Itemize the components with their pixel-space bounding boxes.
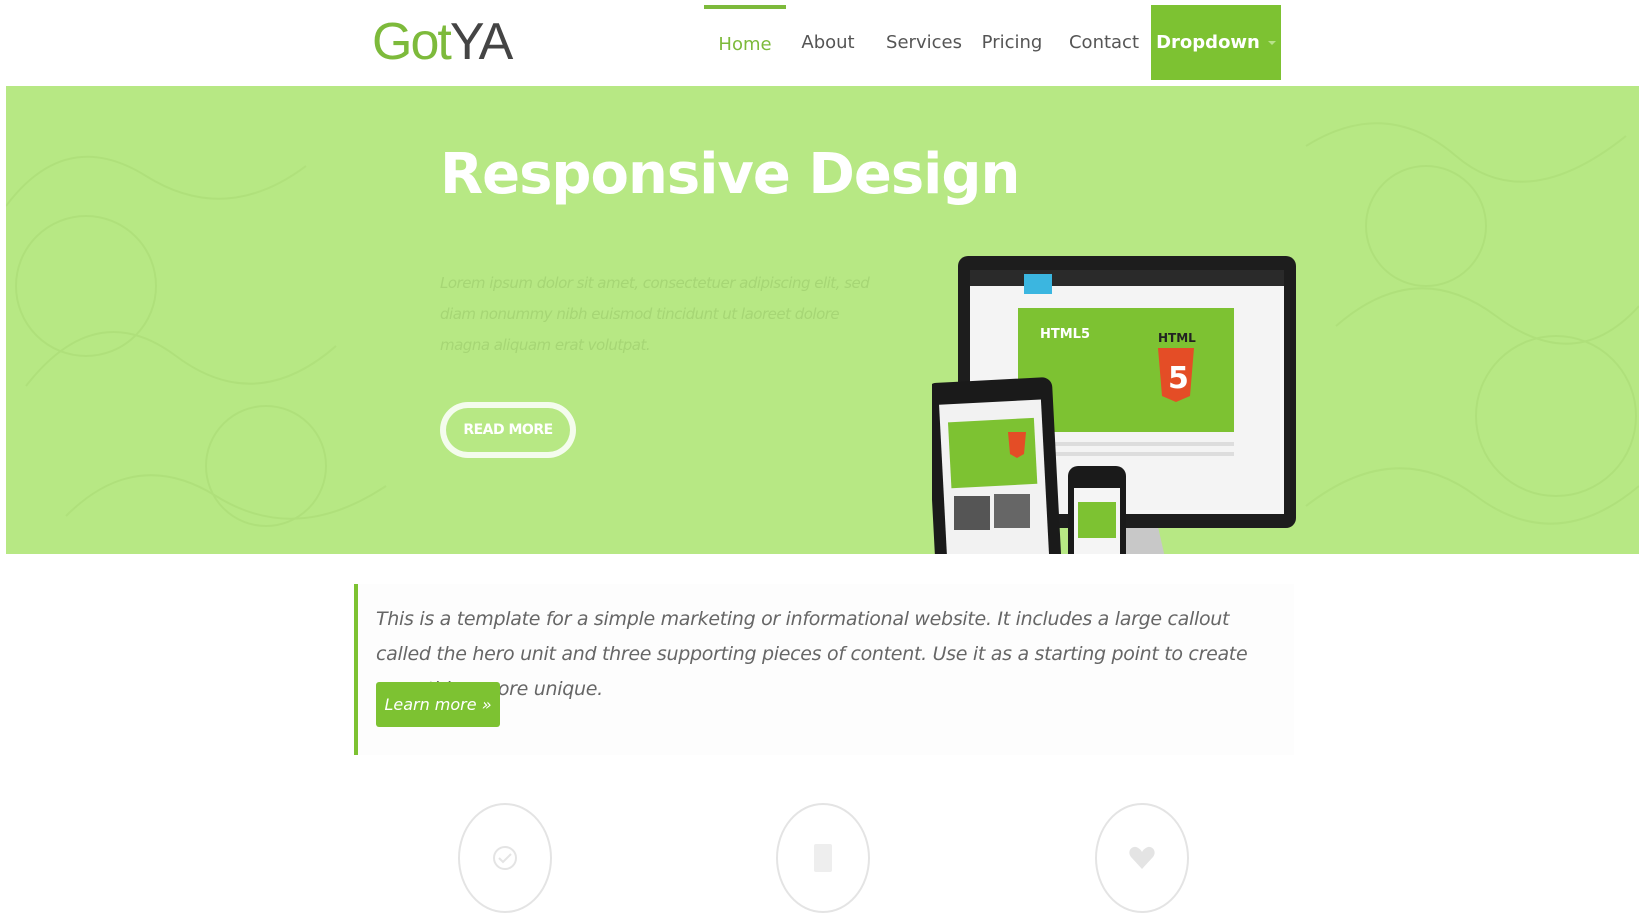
- nav-item-label: Pricing: [981, 32, 1043, 53]
- logo[interactable]: GotYA: [372, 13, 514, 71]
- callout-text: This is a template for a simple marketin…: [376, 608, 1248, 700]
- logo-part-got: Got: [372, 13, 452, 71]
- learn-more-button[interactable]: Learn more »: [376, 682, 500, 727]
- nav-item-services[interactable]: Services: [882, 5, 966, 80]
- caret-down-icon: [1267, 40, 1276, 45]
- nav-item-label: Dropdown: [1156, 32, 1260, 53]
- feature-circle-2[interactable]: [776, 803, 870, 913]
- nav-item-label: Contact: [1068, 32, 1140, 53]
- html-text: HTML: [1158, 331, 1196, 345]
- html5-five-text: 5: [1168, 361, 1189, 396]
- feature-circle-3[interactable]: [1095, 803, 1189, 913]
- nav-item-label: Home: [718, 34, 772, 55]
- feature-circle-1[interactable]: [458, 803, 552, 913]
- nav-item-pricing[interactable]: Pricing: [980, 5, 1044, 80]
- heart-icon: [1129, 846, 1155, 869]
- hero-title: Responsive Design: [440, 142, 1020, 207]
- nav-item-label: Services: [886, 32, 962, 53]
- responsive-devices-illustration: HTML5 HTML 5: [932, 256, 1296, 554]
- navbar: GotYA Home About Services Pricing Contac…: [0, 0, 1639, 86]
- hero-carousel: Responsive Design Lorem ipsum dolor sit …: [6, 86, 1639, 554]
- hero-unit-callout: This is a template for a simple marketin…: [354, 584, 1294, 755]
- read-more-button[interactable]: READ MORE: [440, 402, 576, 458]
- html5-text: HTML5: [1040, 327, 1090, 342]
- logo-part-ya: YA: [449, 13, 514, 71]
- hero-text: Lorem ipsum dolor sit amet, consectetuer…: [440, 274, 870, 354]
- nav-item-home[interactable]: Home: [704, 5, 786, 80]
- check-circle-icon: [493, 846, 517, 870]
- nav-item-about[interactable]: About: [796, 5, 860, 80]
- nav-item-label: About: [801, 32, 855, 53]
- nav-dropdown-button[interactable]: Dropdown: [1151, 5, 1281, 80]
- nav-item-contact[interactable]: Contact: [1068, 5, 1140, 80]
- mobile-icon: [814, 844, 832, 872]
